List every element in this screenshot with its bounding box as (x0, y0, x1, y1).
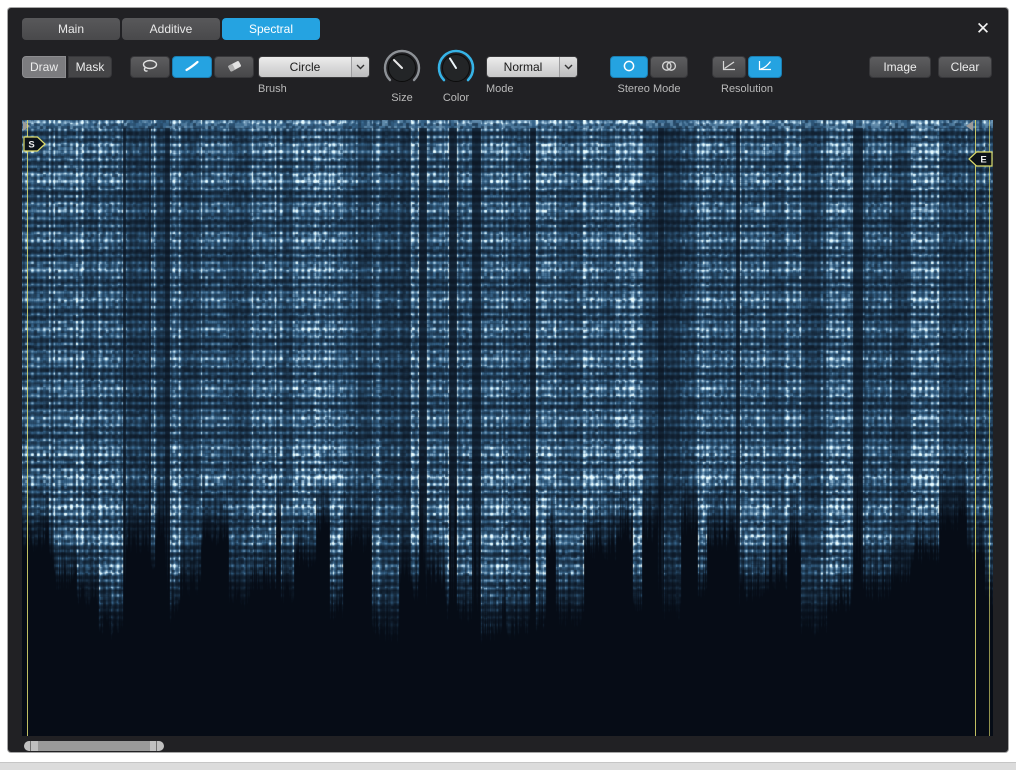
mask-mode-button[interactable]: Mask (68, 56, 112, 78)
end-boundary-line[interactable] (989, 120, 990, 736)
image-button[interactable]: Image (869, 56, 931, 78)
resolution-linear-button[interactable] (712, 56, 746, 78)
brush-shape-value: Circle (259, 57, 351, 77)
brush-stroke-icon (183, 59, 201, 76)
end-marker-flag[interactable]: E (967, 151, 993, 172)
color-knob[interactable] (437, 49, 475, 92)
size-knob[interactable] (383, 49, 421, 92)
alchemy-spectral-window: Main Additive Spectral ✕ Draw Mask (8, 8, 1008, 752)
spectral-editor: S E (22, 120, 993, 736)
draw-tool-button[interactable] (172, 56, 212, 78)
spectrogram-canvas[interactable] (22, 120, 993, 736)
brush-label: Brush (258, 83, 370, 95)
stereo-circles-icon (660, 59, 678, 76)
mode-label: Mode (486, 83, 578, 95)
end-marker-letter: E (980, 155, 986, 166)
scrollbar-zoom-handle-left[interactable] (24, 741, 38, 751)
lasso-tool-button[interactable] (130, 56, 170, 78)
size-label: Size (391, 92, 412, 104)
curve-graph-icon (757, 59, 773, 75)
paint-mode-select[interactable]: Normal (486, 56, 578, 78)
start-marker-line[interactable] (27, 120, 28, 736)
start-marker-letter: S (28, 140, 34, 151)
stereo-mode-stereo-button[interactable] (650, 56, 688, 78)
tab-spectral[interactable]: Spectral (222, 18, 320, 40)
loop-end-triangle-icon[interactable] (966, 121, 973, 131)
resolution-label: Resolution (721, 83, 773, 95)
mono-circle-icon (620, 59, 638, 76)
chevron-down-icon (559, 57, 577, 77)
tab-main[interactable]: Main (22, 18, 120, 40)
end-marker-line[interactable] (975, 120, 976, 736)
linear-graph-icon (721, 59, 737, 75)
chevron-down-icon (351, 57, 369, 77)
clear-button[interactable]: Clear (938, 56, 992, 78)
horizontal-scrollbar[interactable] (24, 741, 164, 751)
eraser-tool-button[interactable] (214, 56, 254, 78)
color-label: Color (443, 92, 469, 104)
stereo-mode-label: Stereo Mode (618, 83, 681, 95)
close-icon: ✕ (976, 19, 990, 39)
view-tabs: Main Additive Spectral (22, 18, 320, 40)
scrollbar-zoom-handle-right[interactable] (150, 741, 164, 751)
start-marker-flag[interactable]: S (23, 136, 46, 157)
resolution-log-button[interactable] (748, 56, 782, 78)
page-bottom-strip (0, 762, 1016, 770)
tab-additive[interactable]: Additive (122, 18, 220, 40)
paint-mode-value: Normal (487, 57, 559, 77)
draw-mode-button[interactable]: Draw (22, 56, 66, 78)
eraser-icon (225, 59, 244, 76)
brush-shape-select[interactable]: Circle (258, 56, 370, 78)
lasso-icon (140, 58, 160, 76)
scrollbar-thumb[interactable] (38, 741, 150, 751)
stereo-mode-mono-button[interactable] (610, 56, 648, 78)
close-button[interactable]: ✕ (970, 16, 996, 42)
